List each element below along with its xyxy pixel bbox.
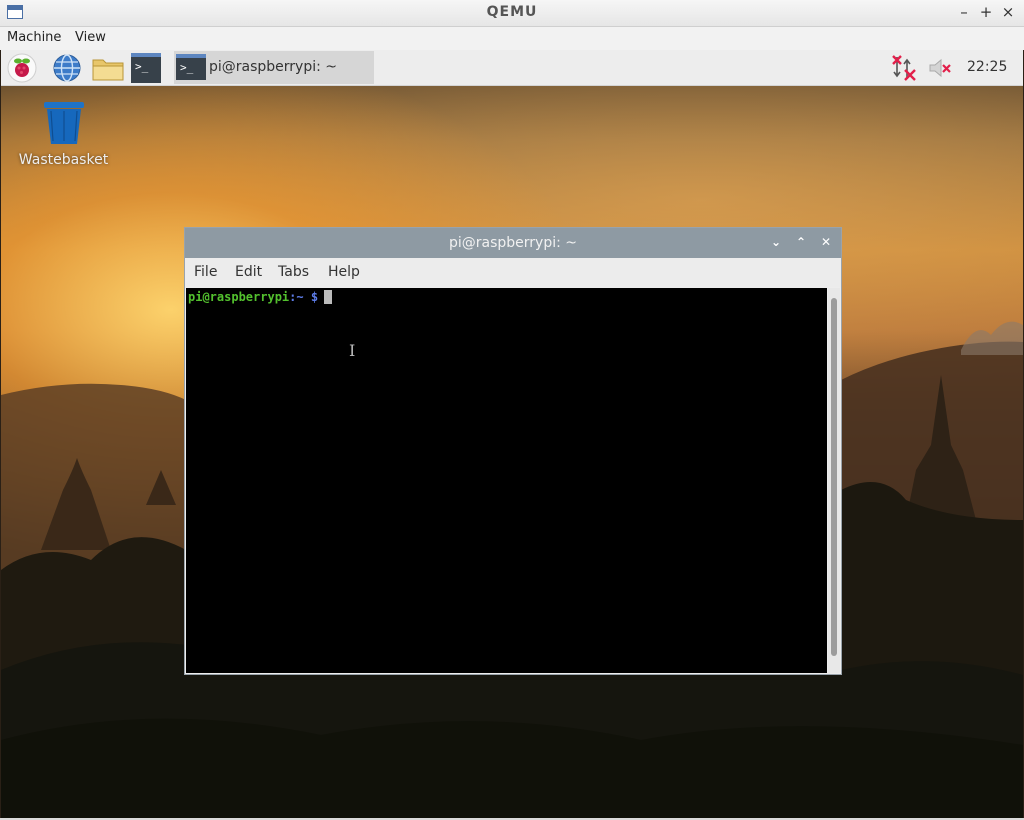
- terminal-menu-help[interactable]: Help: [328, 264, 360, 280]
- taskbar-task-label: pi@raspberrypi: ~: [209, 59, 338, 75]
- desktop-icon-wastebasket[interactable]: Wastebasket: [16, 100, 111, 168]
- wastebasket-icon: [43, 102, 84, 144]
- prompt-symbol: $: [310, 290, 319, 304]
- terminal-window-title: pi@raspberrypi: ~: [448, 235, 578, 251]
- terminal-minimize-button[interactable]: ⌄: [768, 234, 784, 250]
- file-manager-icon[interactable]: [91, 53, 124, 83]
- mouse-ibeam-cursor-icon: I: [349, 341, 356, 360]
- menu-view[interactable]: View: [75, 30, 106, 45]
- wastebasket-label: Wastebasket: [18, 152, 109, 168]
- taskbar-clock[interactable]: 22:25: [967, 59, 1007, 75]
- terminal-output[interactable]: pi@raspberrypi:~ $ I: [186, 288, 827, 673]
- volume-muted-icon[interactable]: [926, 53, 956, 83]
- taskbar-task-terminal[interactable]: >_ pi@raspberrypi: ~: [174, 51, 374, 84]
- prompt-path: ~: [296, 290, 304, 304]
- terminal-scrollbar-thumb[interactable]: [831, 298, 837, 656]
- guest-taskbar: >_ >_ pi@raspberrypi: ~ 22:25: [1, 50, 1023, 86]
- terminal-prompt: pi@raspberrypi:~ $: [188, 290, 333, 304]
- terminal-menubar: File Edit Tabs Help: [185, 258, 841, 287]
- terminal-window[interactable]: pi@raspberrypi: ~ ⌄ ⌃ ✕ File Edit Tabs H…: [184, 227, 842, 675]
- terminal-task-icon: >_: [176, 54, 206, 80]
- qemu-close-button[interactable]: ×: [998, 2, 1018, 22]
- prompt-user-host: pi@raspberrypi: [188, 290, 290, 304]
- terminal-icon[interactable]: >_: [131, 53, 161, 83]
- text-cursor: [324, 290, 333, 304]
- terminal-maximize-button[interactable]: ⌃: [793, 234, 809, 250]
- terminal-menu-tabs[interactable]: Tabs: [278, 264, 309, 280]
- raspberry-menu-icon[interactable]: [7, 53, 37, 83]
- terminal-menu-file[interactable]: File: [194, 264, 217, 280]
- qemu-maximize-button[interactable]: +: [976, 2, 996, 22]
- terminal-scrollbar[interactable]: [828, 288, 840, 673]
- network-disconnected-icon[interactable]: [889, 53, 919, 83]
- qemu-window-title: QEMU: [486, 4, 538, 20]
- terminal-menu-edit[interactable]: Edit: [235, 264, 262, 280]
- qemu-minimize-button[interactable]: –: [954, 2, 974, 22]
- terminal-titlebar[interactable]: pi@raspberrypi: ~ ⌄ ⌃ ✕: [185, 228, 841, 258]
- qemu-menubar: Machine View: [0, 27, 1024, 50]
- web-browser-icon[interactable]: [52, 53, 82, 83]
- guest-desktop: >_ >_ pi@raspberrypi: ~ 22:25 Wastebaske…: [1, 50, 1023, 818]
- terminal-close-button[interactable]: ✕: [818, 234, 834, 250]
- menu-machine[interactable]: Machine: [7, 30, 61, 45]
- qemu-titlebar: QEMU – + ×: [0, 0, 1024, 27]
